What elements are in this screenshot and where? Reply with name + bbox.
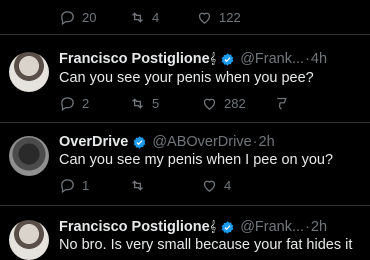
retweet-icon — [132, 97, 143, 109]
reply-icon — [61, 178, 74, 193]
tweet-actions: 20 4 122 — [59, 8, 266, 26]
retweet-count: 4 — [152, 9, 160, 25]
share-icon — [277, 97, 287, 110]
like-button[interactable]: 122 — [196, 9, 266, 26]
like-button[interactable]: 282 — [201, 95, 273, 112]
avatar[interactable] — [9, 52, 49, 92]
reply-icon — [61, 10, 74, 25]
like-icon — [198, 12, 211, 24]
timestamp[interactable]: 2h — [259, 133, 275, 151]
avatar[interactable] — [9, 136, 49, 176]
like-count: 282 — [224, 95, 246, 111]
verified-badge-icon — [221, 52, 234, 66]
verified-badge-icon — [133, 135, 146, 149]
reply-count: 1 — [82, 177, 90, 193]
retweet-icon — [132, 179, 143, 191]
divider — [0, 34, 370, 35]
tweet-header: Francisco Postiglione 𝄞 @Frank... · 4h — [59, 50, 327, 68]
music-icon: 𝄞 — [209, 53, 217, 65]
like-button[interactable]: 4 — [201, 177, 273, 194]
reply-button[interactable]: 1 — [59, 177, 129, 194]
tweet-text: Can you see your penis when you pee? — [59, 70, 314, 86]
retweet-count: 5 — [152, 95, 160, 111]
display-name[interactable]: Francisco Postiglione — [59, 218, 210, 236]
tweet-header: OverDrive @ABOverDrive · 2h — [59, 133, 275, 151]
retweet-button[interactable] — [129, 177, 201, 194]
timestamp[interactable]: 4h — [311, 50, 327, 68]
reply-icon — [61, 96, 74, 111]
like-icon — [203, 180, 216, 192]
divider — [0, 205, 370, 206]
timestamp[interactable]: 2h — [311, 218, 327, 236]
like-icon — [203, 98, 216, 110]
separator: · — [305, 219, 310, 235]
separator: · — [252, 134, 258, 150]
display-name[interactable]: Francisco Postiglione — [59, 50, 210, 68]
tweet-text: No bro. Is very small because your fat h… — [59, 237, 353, 253]
retweet-button[interactable]: 5 — [129, 95, 201, 112]
retweet-button[interactable]: 4 — [129, 9, 196, 26]
tweet-actions: 2 5 282 — [59, 94, 290, 112]
share-button[interactable] — [273, 95, 290, 112]
avatar[interactable] — [9, 220, 49, 260]
reply-button[interactable]: 2 — [59, 95, 129, 112]
handle[interactable]: @Frank... — [240, 50, 304, 68]
tweet-header: Francisco Postiglione 𝄞 @Frank... · 2h — [59, 218, 327, 236]
divider — [0, 122, 370, 123]
handle[interactable]: @Frank... — [240, 218, 304, 236]
handle[interactable]: @ABOverDrive — [152, 133, 251, 151]
tweet-actions: 1 4 — [59, 176, 273, 194]
like-count: 4 — [224, 177, 232, 193]
verified-badge-icon — [221, 220, 234, 234]
reply-button[interactable]: 20 — [59, 9, 129, 26]
like-count: 122 — [219, 9, 241, 25]
reply-count: 20 — [82, 9, 97, 25]
separator: · — [305, 51, 310, 67]
music-icon: 𝄞 — [209, 221, 217, 233]
retweet-icon — [132, 11, 143, 23]
tweet-text: Can you see my penis when I pee on you? — [59, 152, 334, 168]
reply-count: 2 — [82, 95, 90, 111]
display-name[interactable]: OverDrive — [59, 133, 128, 151]
